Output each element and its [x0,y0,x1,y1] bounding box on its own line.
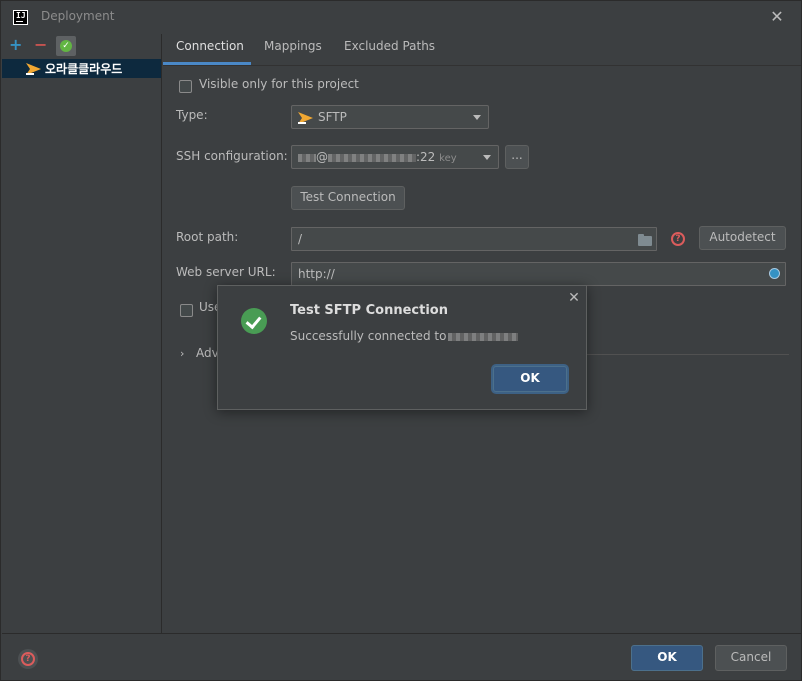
active-tab-indicator [163,62,251,65]
footer-help-button[interactable]: ? [18,649,38,669]
window-close-icon[interactable]: ✕ [768,8,786,26]
chevron-down-icon [473,115,481,120]
visible-only-label: Visible only for this project [199,77,359,91]
redacted-host [328,153,416,162]
help-icon[interactable]: ? [671,232,685,246]
chevron-down-icon [483,155,491,160]
cancel-button[interactable]: Cancel [715,645,787,671]
test-connection-button[interactable]: Test Connection [291,186,405,210]
web-url-value: http:// [298,267,335,281]
chevron-right-icon[interactable]: › [180,347,184,360]
use-checkbox[interactable] [180,304,193,317]
sftp-icon [298,112,313,124]
deployment-window: IJ Deployment ✕ + − ✓ 오라클클라우드 Connection… [0,0,802,681]
ssh-host-separator: @ [316,150,328,164]
intellij-app-icon: IJ [13,10,28,25]
dialog-ok-button[interactable]: OK [493,366,567,392]
advanced-separator [587,354,789,355]
success-check-icon [241,308,267,334]
set-default-server-button[interactable]: ✓ [56,36,76,56]
ok-button[interactable]: OK [631,645,703,671]
test-sftp-connection-dialog: ✕ Test SFTP Connection Successfully conn… [217,285,587,410]
settings-tabs: Connection Mappings Excluded Paths [163,34,801,66]
server-list-panel: + − ✓ 오라클클라우드 [2,34,162,633]
footer-separator [2,633,802,634]
server-item-label: 오라클클라우드 [45,62,123,76]
web-url-label: Web server URL: [176,265,276,279]
server-list-item[interactable]: 오라클클라우드 [2,59,161,78]
open-in-browser-icon[interactable] [769,268,780,279]
root-path-input[interactable]: / [291,227,657,251]
ssh-config-value: @ :22 key [298,150,457,164]
ssh-config-browse-button[interactable]: ... [505,145,529,169]
redacted-user [298,153,316,162]
tab-mappings[interactable]: Mappings [264,34,322,66]
ssh-auth-type: key [439,153,457,164]
server-list-toolbar: + − ✓ [2,34,162,58]
autodetect-button[interactable]: Autodetect [699,226,786,250]
ssh-port: :22 [416,150,436,164]
visible-only-checkbox[interactable] [179,80,192,93]
redacted-host [448,332,519,341]
tab-excluded-paths[interactable]: Excluded Paths [344,34,435,66]
default-check-icon: ✓ [60,40,72,52]
dialog-title: Test SFTP Connection [290,303,448,318]
type-select[interactable]: SFTP [291,105,489,129]
web-url-input[interactable]: http:// [291,262,786,286]
dialog-message: Successfully connected to [290,329,519,343]
root-path-value: / [298,232,303,246]
help-icon: ? [21,652,35,666]
title-bar: IJ Deployment ✕ [1,1,801,33]
sftp-server-icon [26,63,41,75]
ssh-config-label: SSH configuration: [176,149,288,163]
ssh-config-select[interactable]: @ :22 key [291,145,499,169]
window-title: Deployment [41,9,115,23]
advanced-label[interactable]: Adv [196,346,219,360]
dialog-message-text: Successfully connected to [290,329,447,343]
type-label: Type: [176,108,208,122]
folder-icon[interactable] [638,234,652,246]
root-path-label: Root path: [176,230,239,244]
remove-server-icon[interactable]: − [34,35,47,55]
type-select-value: SFTP [318,110,347,124]
add-server-icon[interactable]: + [9,35,22,55]
dialog-close-icon[interactable]: ✕ [566,290,582,306]
